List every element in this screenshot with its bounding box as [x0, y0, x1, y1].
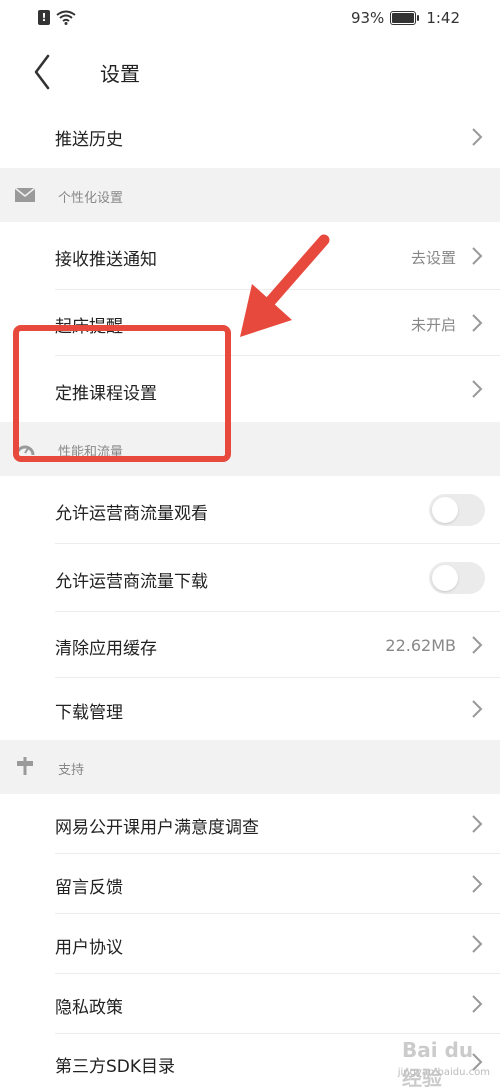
watermark-url: jingyan.baidu.com	[397, 1067, 490, 1078]
feedback-row[interactable]: 留言反馈	[0, 854, 500, 914]
section-support-label: 支持	[58, 763, 85, 778]
clock: 1:42	[426, 9, 460, 27]
signpost-icon	[17, 757, 33, 775]
battery-percent: 93%	[350, 9, 385, 27]
clear-cache-label: 清除应用缓存	[55, 639, 157, 659]
push-history-label: 推送历史	[55, 130, 123, 150]
privacy-policy-label: 隐私政策	[55, 998, 123, 1018]
chevron-right-icon	[472, 875, 483, 893]
annotation-arrow	[240, 234, 330, 337]
chevron-right-icon	[472, 995, 483, 1013]
mail-icon	[14, 187, 36, 202]
carrier-watch-label: 允许运营商流量观看	[55, 504, 208, 524]
chevron-right-icon	[472, 935, 483, 953]
download-management-label: 下载管理	[55, 703, 123, 723]
user-agreement-label: 用户协议	[55, 938, 123, 958]
receive-push-value: 去设置	[410, 249, 456, 267]
section-personalization: 个性化设置	[0, 168, 500, 222]
chevron-right-icon	[472, 815, 483, 833]
carrier-download-row: 允许运营商流量下载	[0, 544, 500, 612]
nav-header: 设置	[0, 38, 500, 106]
wifi-icon	[56, 10, 76, 25]
watermark-logo: Bai du 经验	[402, 1038, 474, 1090]
push-history-row[interactable]: 推送历史	[0, 106, 500, 168]
chevron-right-icon	[472, 128, 483, 146]
wake-reminder-value: 未开启	[410, 316, 456, 334]
chevron-right-icon	[472, 700, 483, 718]
chevron-right-icon	[472, 314, 483, 332]
sim-alert-icon: !	[38, 10, 50, 25]
carrier-watch-toggle[interactable]	[429, 494, 485, 526]
receive-push-label: 接收推送通知	[55, 250, 157, 270]
clear-cache-row[interactable]: 清除应用缓存 22.62MB	[0, 612, 500, 678]
download-management-row[interactable]: 下载管理	[0, 678, 500, 740]
battery-icon	[390, 11, 420, 25]
user-agreement-row[interactable]: 用户协议	[0, 914, 500, 974]
carrier-download-label: 允许运营商流量下载	[55, 572, 208, 592]
survey-label: 网易公开课用户满意度调查	[55, 818, 259, 838]
back-arrow-icon[interactable]	[30, 52, 54, 92]
carrier-watch-row: 允许运营商流量观看	[0, 476, 500, 544]
carrier-download-toggle[interactable]	[429, 562, 485, 594]
chevron-right-icon	[472, 636, 483, 654]
status-bar: ! 93% 1:42	[0, 0, 500, 38]
section-support: 支持	[0, 740, 500, 794]
annotation-highlight-box	[13, 325, 231, 462]
page-title: 设置	[100, 62, 140, 86]
section-personalization-label: 个性化设置	[58, 191, 124, 206]
baidu-watermark: Bai du 经验 jingyan.baidu.com	[398, 1038, 492, 1090]
feedback-label: 留言反馈	[55, 878, 123, 898]
survey-row[interactable]: 网易公开课用户满意度调查	[0, 794, 500, 854]
cache-size-value: 22.62MB	[385, 636, 456, 655]
chevron-right-icon	[472, 380, 483, 398]
chevron-right-icon	[472, 247, 483, 265]
privacy-policy-row[interactable]: 隐私政策	[0, 974, 500, 1034]
sdk-list-label: 第三方SDK目录	[55, 1057, 176, 1077]
